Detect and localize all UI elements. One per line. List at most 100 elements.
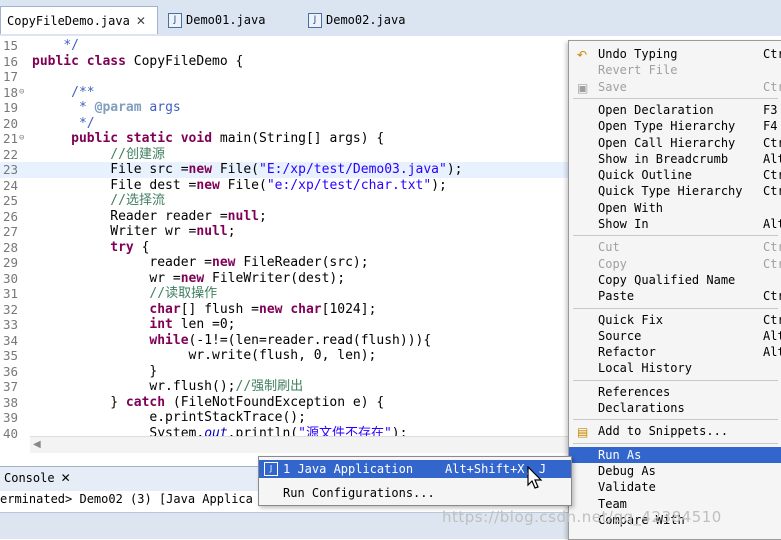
menu-item-quick-type-hierarchy[interactable]: Quick Type Hierarchy Ctr xyxy=(569,183,781,199)
code-line[interactable]: 21 ⊖ public static void main(String[] arg… xyxy=(0,131,570,147)
code-text: * @param args xyxy=(78,100,181,115)
menu-item-source[interactable]: Source Alt xyxy=(569,328,781,344)
menu-item-quick-fix[interactable]: Quick Fix Ctr xyxy=(569,312,781,328)
code-line[interactable]: 27 Writer wr =null; xyxy=(0,224,570,240)
line-number: 22 xyxy=(2,146,18,162)
java-app-icon: J xyxy=(264,462,278,476)
code-line[interactable]: 16 public class CopyFileDemo { xyxy=(0,54,570,70)
menu-item-add-to-snippets[interactable]: ▤ Add to Snippets... xyxy=(569,423,781,439)
code-line[interactable]: 35 wr.write(flush, 0, len); xyxy=(0,348,570,364)
console-output: erminated> Demo02 (3) [Java Applica xyxy=(0,492,253,506)
menu-separator xyxy=(573,307,778,309)
menu-item-label: Quick Fix xyxy=(598,312,664,327)
fold-icon[interactable]: ⊖ xyxy=(19,131,24,147)
menu-item-refactor[interactable]: Refactor Alt xyxy=(569,344,781,360)
code-line[interactable]: 18 ⊖ /** xyxy=(0,85,570,101)
menu-item-paste[interactable]: Paste Ctr xyxy=(569,288,781,304)
code-line[interactable]: 39 e.printStackTrace(); xyxy=(0,410,570,426)
menu-item-label: Validate xyxy=(598,480,656,495)
menu-item-save[interactable]: ▣ Save Ctr xyxy=(569,79,781,95)
menu-item-show-in[interactable]: Show In Alt xyxy=(569,216,781,232)
menu-item-debug-as[interactable]: Debug As xyxy=(569,463,781,479)
code-line[interactable]: 38 } catch (FileNotFoundException e) { xyxy=(0,395,570,411)
code-line[interactable]: 24 File dest =new File("e:/xp/test/char.… xyxy=(0,178,570,194)
java-file-icon: J xyxy=(308,13,322,28)
code-text: public static void main(String[] args) { xyxy=(71,131,385,146)
code-line[interactable]: 31 //读取操作 xyxy=(0,286,570,302)
code-line[interactable]: 36 } xyxy=(0,364,570,380)
code-line[interactable]: 22 //创建源 xyxy=(0,147,570,163)
code-line[interactable]: 33 int len =0; xyxy=(0,317,570,333)
line-number: 16 xyxy=(2,53,18,69)
code-line[interactable]: 20 */ xyxy=(0,116,570,132)
line-number: 26 xyxy=(2,208,18,224)
menu-separator xyxy=(573,419,778,421)
scroll-left-icon[interactable]: ◀ xyxy=(33,439,41,450)
code-text: public class CopyFileDemo { xyxy=(32,53,244,69)
menu-item-open-with[interactable]: Open With xyxy=(569,200,781,216)
code-text: try { xyxy=(110,239,150,255)
menu-item-java-application[interactable]: J 1 Java Application Alt+Shift+X, J xyxy=(259,460,571,478)
code-text: wr.write(flush, 0, len); xyxy=(32,348,377,363)
line-number: 23 xyxy=(2,162,18,177)
fold-icon[interactable]: ⊖ xyxy=(19,85,24,101)
horizontal-scrollbar[interactable]: ◀ xyxy=(30,436,570,453)
menu-item-references[interactable]: References xyxy=(569,384,781,400)
tab-demo01[interactable]: J Demo01.java xyxy=(162,6,294,34)
code-line[interactable]: 25 //选择流 xyxy=(0,193,570,209)
menu-item-run-as[interactable]: Run As xyxy=(569,446,781,463)
code-line[interactable]: 26 Reader reader =null; xyxy=(0,209,570,225)
code-text: char[] flush =new char[1024]; xyxy=(149,301,377,317)
line-number: 17 xyxy=(2,69,18,84)
code-line[interactable]: 30 wr =new FileWriter(dest); xyxy=(0,271,570,287)
close-icon[interactable]: ✕ xyxy=(61,471,71,485)
menu-item-cut[interactable]: Cut Ctr xyxy=(569,239,781,255)
code-line[interactable]: 17 xyxy=(0,69,570,85)
menu-item-shortcut: F3 xyxy=(763,102,778,117)
code-text: } xyxy=(32,363,158,379)
code-line[interactable]: 29 reader =new FileReader(src); xyxy=(0,255,570,271)
menu-item-shortcut: Ctr xyxy=(763,240,781,255)
code-line[interactable]: 23 File src =new File("E:/xp/test/Demo03… xyxy=(0,162,570,178)
tab-label: CopyFileDemo.java xyxy=(7,14,130,28)
menu-item-copy[interactable]: Copy Ctr xyxy=(569,256,781,272)
menu-item-open-type-hierarchy[interactable]: Open Type Hierarchy F4 xyxy=(569,118,781,134)
menu-item-open-declaration[interactable]: Open Declaration F3 xyxy=(569,102,781,118)
menu-item-local-history[interactable]: Local History xyxy=(569,360,781,376)
menu-item-label: Source xyxy=(598,328,642,343)
menu-item-label: Undo Typing xyxy=(598,47,678,61)
code-line[interactable]: 28 try { xyxy=(0,240,570,256)
menu-item-label: Open Declaration xyxy=(598,102,714,117)
menu-item-run-configurations[interactable]: Run Configurations... xyxy=(259,484,571,502)
menu-item-undo-typing[interactable]: ↶ Undo Typing Ctr xyxy=(569,46,781,62)
tab-copyfiledemo[interactable]: CopyFileDemo.java ✕ xyxy=(0,6,158,34)
code-line[interactable]: 15 */ xyxy=(0,38,570,54)
code-line[interactable]: 19 * @param args xyxy=(0,100,570,116)
line-number: 31 xyxy=(2,286,18,301)
code-line[interactable]: 34 while(-1!=(len=reader.read(flush))){ xyxy=(0,333,570,349)
menu-item-validate[interactable]: Validate xyxy=(569,479,781,495)
menu-item-revert-file[interactable]: Revert File xyxy=(569,62,781,78)
menu-item-copy-qualified-name[interactable]: Copy Qualified Name xyxy=(569,272,781,288)
menu-item-quick-outline[interactable]: Quick Outline Ctr xyxy=(569,167,781,183)
mouse-cursor-icon xyxy=(527,466,543,489)
menu-item-label: Open Type Hierarchy xyxy=(598,119,736,134)
line-number: 33 xyxy=(2,317,18,332)
menu-item-label: Local History xyxy=(598,361,692,376)
close-icon[interactable]: ✕ xyxy=(136,14,146,28)
menu-item-label: References xyxy=(598,384,671,399)
line-number: 25 xyxy=(2,193,18,208)
line-number: 28 xyxy=(2,239,18,255)
tab-demo02[interactable]: J Demo02.java xyxy=(302,6,434,34)
code-line[interactable]: 32 char[] flush =new char[1024]; xyxy=(0,302,570,318)
tab-console[interactable]: Console ✕ xyxy=(4,471,71,485)
code-line[interactable]: 37 wr.flush();//强制刷出 xyxy=(0,379,570,395)
menu-item-show-in-breadcrumb[interactable]: Show in Breadcrumb Alt xyxy=(569,151,781,167)
menu-item-shortcut: Ctr xyxy=(763,79,781,94)
java-file-icon: J xyxy=(168,13,182,28)
menu-item-declarations[interactable]: Declarations xyxy=(569,400,781,416)
menu-item-label: Show in Breadcrumb xyxy=(598,151,729,166)
menu-item-open-call-hierarchy[interactable]: Open Call Hierarchy Ctr xyxy=(569,135,781,151)
menu-item-shortcut: Alt xyxy=(763,217,781,231)
code-text: wr.flush();//强制刷出 xyxy=(32,379,304,394)
